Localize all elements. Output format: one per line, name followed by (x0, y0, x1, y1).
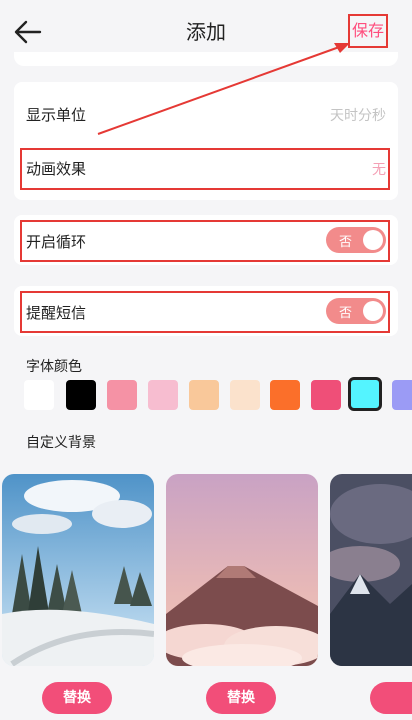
replace-button-2[interactable]: 替换 (206, 682, 276, 714)
color-swatch-light-pink[interactable] (148, 380, 178, 410)
color-swatch-cream[interactable] (230, 380, 260, 410)
color-swatch-peach[interactable] (189, 380, 219, 410)
color-swatch-lavender[interactable] (392, 380, 412, 410)
font-color-title: 字体颜色 (26, 359, 82, 375)
custom-background-title: 自定义背景 (26, 435, 96, 451)
background-option-snow[interactable] (2, 474, 154, 666)
color-swatch-orange[interactable] (270, 380, 300, 410)
color-swatch-rose[interactable] (311, 380, 341, 410)
replace-button-1[interactable]: 替换 (42, 682, 112, 714)
background-option-storm[interactable] (330, 474, 412, 666)
color-swatch-black[interactable] (66, 380, 96, 410)
color-swatch-cyan-selected[interactable] (348, 377, 382, 411)
color-swatch-white[interactable] (24, 380, 54, 410)
background-option-mountain[interactable] (166, 474, 318, 666)
color-swatch-pink[interactable] (107, 380, 137, 410)
replace-button-3[interactable] (370, 682, 412, 714)
